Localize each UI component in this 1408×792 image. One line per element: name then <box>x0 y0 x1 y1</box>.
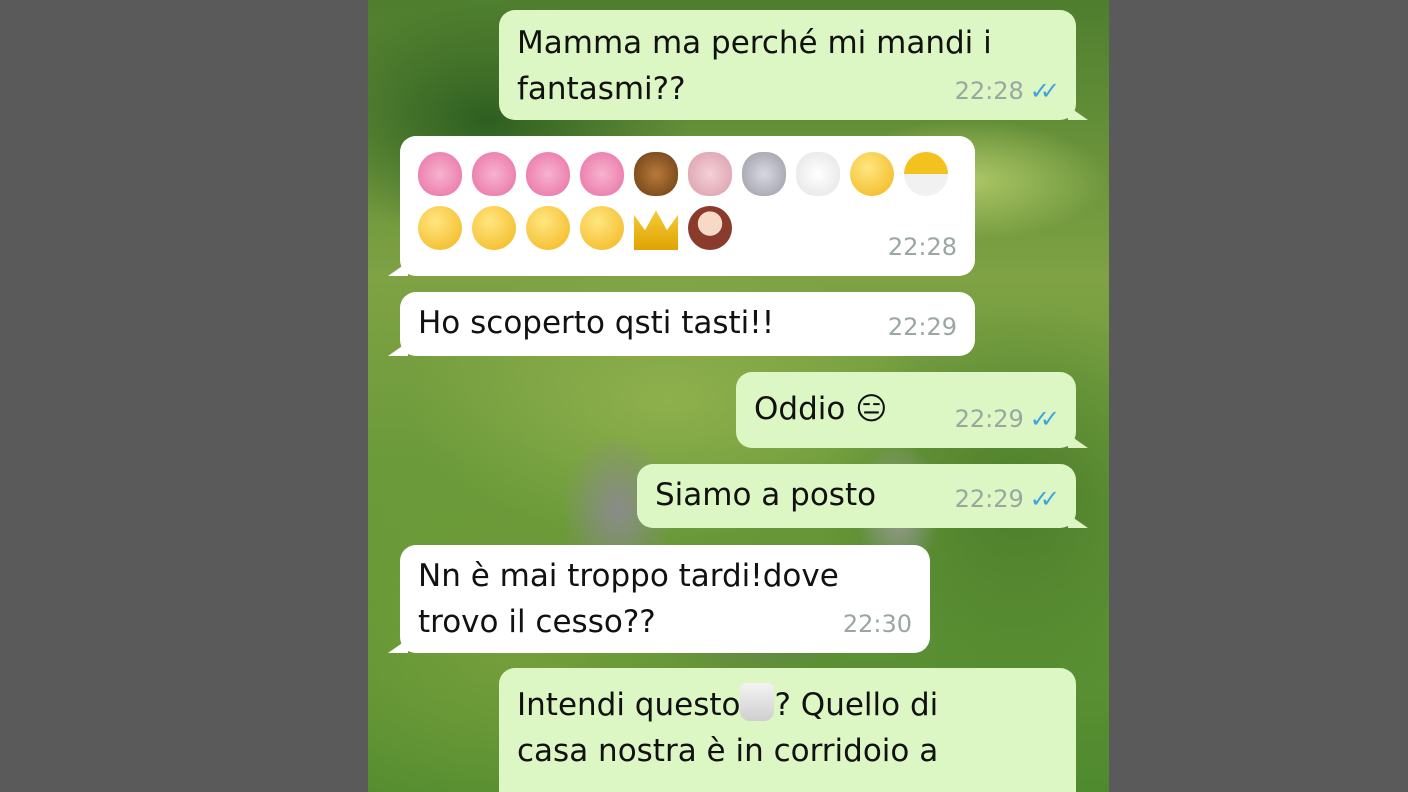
message-outgoing[interactable]: Intendi questo? Quello di casa nostra è … <box>499 668 1076 792</box>
pig-icon <box>688 152 732 196</box>
message-time: 22:29 <box>954 485 1024 513</box>
chick-icon <box>850 152 894 196</box>
rabbit-icon <box>796 152 840 196</box>
heart-eyes-icon <box>580 206 624 250</box>
heart-ribbon-icon <box>418 152 462 196</box>
message-incoming-emoji[interactable]: 22:28 <box>388 136 975 276</box>
message-outgoing[interactable]: Oddio 😑 22:29 ✓✓ <box>736 372 1088 448</box>
hatching-chick-icon <box>904 152 948 196</box>
message-outgoing[interactable]: Mamma ma perché mi mandi i fantasmi?? 22… <box>499 10 1088 120</box>
rabbit-face-icon <box>742 152 786 196</box>
read-ticks-icon: ✓✓ <box>1029 485 1060 513</box>
smile-icon <box>472 206 516 250</box>
heart-ribbon-icon <box>580 152 624 196</box>
woman-icon <box>688 206 732 250</box>
message-time: 22:28 <box>954 77 1024 105</box>
message-meta: 22:29 ✓✓ <box>954 396 1060 442</box>
message-incoming[interactable]: Ho scoperto qsti tasti!! 22:29 <box>388 292 975 356</box>
read-ticks-icon: ✓✓ <box>1029 405 1060 433</box>
message-meta: 22:28 <box>888 224 957 270</box>
heart-eyes-icon <box>418 206 462 250</box>
chat-area: Mamma ma perché mi mandi i fantasmi?? 22… <box>368 0 1109 792</box>
message-outgoing[interactable]: Siamo a posto 22:29 ✓✓ <box>637 464 1088 528</box>
emoji-row-2 <box>418 206 951 250</box>
emoji-row-1 <box>418 152 951 196</box>
message-meta: 22:28 ✓✓ <box>954 68 1060 114</box>
crown-icon <box>634 210 678 250</box>
heart-ribbon-icon <box>526 152 570 196</box>
message-time: 22:30 <box>842 610 912 638</box>
message-text: Ho scoperto qsti tasti!! <box>418 305 775 341</box>
message-time: 22:29 <box>887 313 957 341</box>
message-time: 22:29 <box>954 405 1024 433</box>
read-ticks-icon: ✓✓ <box>1029 77 1060 105</box>
message-incoming[interactable]: Nn è mai troppo tardi!dove trovo il cess… <box>388 545 930 653</box>
horse-icon <box>634 152 678 196</box>
heart-ribbon-icon <box>472 152 516 196</box>
message-time: 22:28 <box>887 233 957 261</box>
toilet-icon <box>740 683 775 721</box>
message-text: Nn è mai troppo tardi!dove trovo il cess… <box>418 558 839 640</box>
smile-icon <box>526 206 570 250</box>
message-meta: 22:29 ✓✓ <box>954 476 1060 522</box>
message-meta: 22:29 <box>888 304 957 350</box>
message-text: Intendi questo? Quello di casa nostra è … <box>517 682 1052 774</box>
message-meta: 22:30 <box>843 601 912 647</box>
